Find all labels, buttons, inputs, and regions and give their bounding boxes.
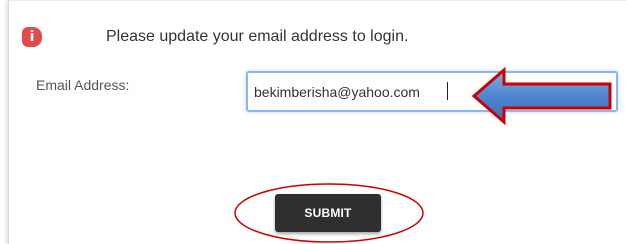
- left-arrow-annotation: [471, 67, 612, 125]
- text-cursor: [447, 82, 448, 100]
- alert-message: Please update your email address to logi…: [106, 28, 409, 45]
- info-icon: i: [22, 27, 42, 47]
- email-label: Email Address:: [36, 77, 130, 93]
- login-update-screen: i Please update your email address to lo…: [0, 0, 626, 244]
- submit-button[interactable]: SUBMIT: [275, 194, 381, 232]
